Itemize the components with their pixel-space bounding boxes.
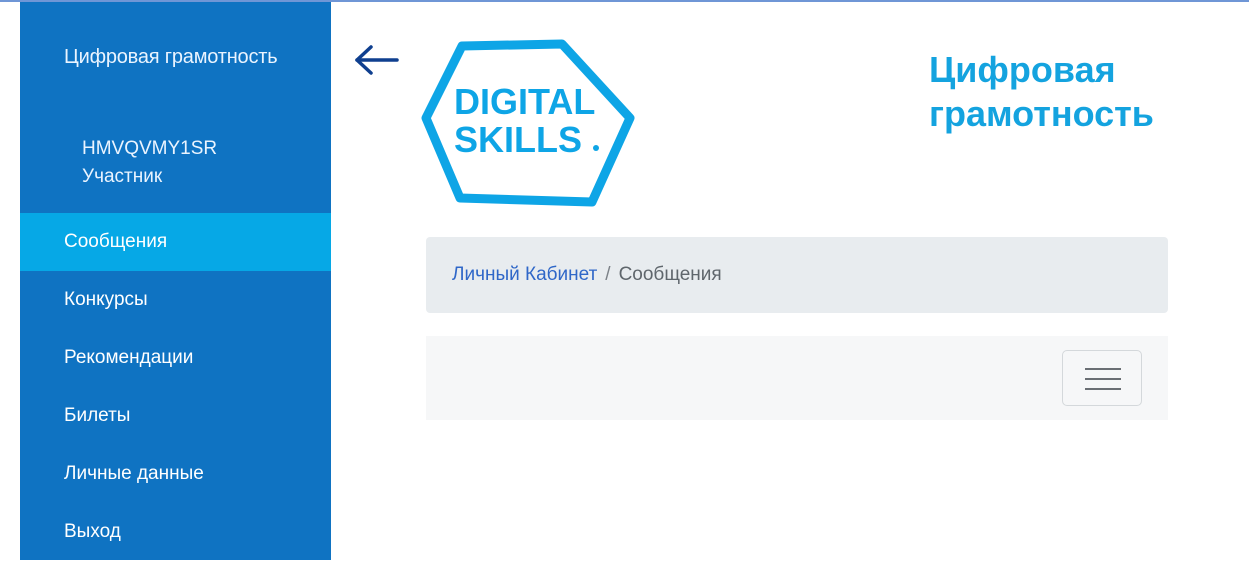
sidebar-item-personal-data[interactable]: Личные данные	[20, 445, 331, 503]
digital-skills-logo: DIGITAL SKILLS	[414, 38, 654, 208]
sidebar: Цифровая грамотность HMVQVMY1SR Участник…	[20, 2, 331, 560]
sidebar-app-title[interactable]: Цифровая грамотность	[64, 46, 278, 69]
user-role: Участник	[82, 166, 163, 187]
logo-text-line2: SKILLS	[454, 119, 582, 160]
sidebar-item-recommendations[interactable]: Рекомендации	[20, 329, 331, 387]
logo-text-line1: DIGITAL	[454, 81, 595, 122]
sidebar-menu: Сообщения Конкурсы Рекомендации Билеты Л…	[20, 213, 331, 561]
brand-title-line1: Цифровая	[929, 49, 1116, 90]
navbar-toggler-button[interactable]	[1062, 350, 1142, 406]
breadcrumb: Личный Кабинет / Сообщения	[426, 237, 1168, 313]
sidebar-item-logout[interactable]: Выход	[20, 503, 331, 561]
brand-title: Цифровая грамотность	[929, 48, 1154, 136]
breadcrumb-current: Сообщения	[618, 264, 722, 285]
sidebar-item-tickets[interactable]: Билеты	[20, 387, 331, 445]
back-button[interactable]	[353, 44, 399, 76]
arrow-left-icon	[355, 45, 399, 75]
user-code: HMVQVMY1SR	[82, 138, 218, 159]
content-navbar	[426, 336, 1168, 420]
breadcrumb-home-link[interactable]: Личный Кабинет	[452, 264, 597, 285]
sidebar-item-messages[interactable]: Сообщения	[20, 213, 331, 271]
brand-title-line2: грамотность	[929, 93, 1154, 134]
sidebar-item-contests[interactable]: Конкурсы	[20, 271, 331, 329]
breadcrumb-separator: /	[605, 264, 611, 285]
